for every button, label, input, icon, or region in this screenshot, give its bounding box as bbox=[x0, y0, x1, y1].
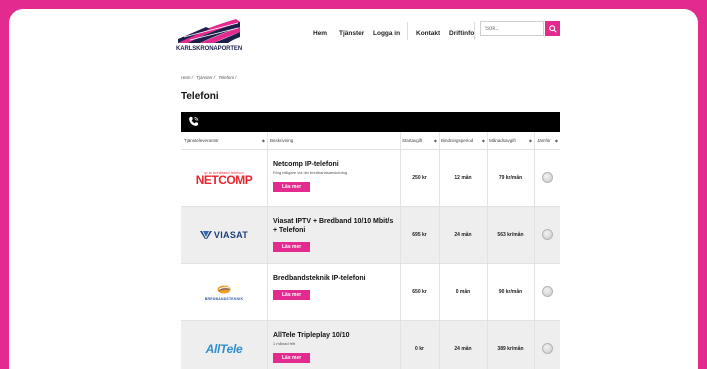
binding-period: 24 mån bbox=[454, 346, 472, 352]
compare-radio[interactable] bbox=[542, 229, 553, 240]
table-row: BREDBANDSTEKNIK Bredbandsteknik IP-telef… bbox=[181, 264, 560, 321]
product-title: Bredbandsteknik IP-telefoni bbox=[273, 275, 366, 282]
breadcrumb-hem[interactable]: Hem / bbox=[181, 75, 193, 80]
column-header-provider[interactable]: Tjänsteleverantör ◆ bbox=[184, 132, 267, 149]
provider-logo-alltele[interactable]: AllTele bbox=[181, 321, 267, 369]
product-description: AllTele Tripleplay 10/10 1 månad fritt L… bbox=[273, 331, 397, 364]
nav-divider bbox=[474, 22, 475, 40]
column-header-description[interactable]: Beskrivning bbox=[270, 132, 400, 149]
comparison-table: Tjänsteleverantör ◆ Beskrivning Startavgi… bbox=[181, 112, 560, 369]
read-more-button[interactable]: Läs mer bbox=[273, 242, 311, 252]
product-description: Viasat IPTV + Bredband 10/10 Mbit/s + Te… bbox=[273, 217, 397, 253]
viasat-logo-icon bbox=[199, 231, 212, 239]
monthly-fee: 563 kr/mån bbox=[497, 232, 524, 238]
product-title: AllTele Tripleplay 10/10 bbox=[273, 332, 350, 339]
compare-radio[interactable] bbox=[542, 286, 553, 297]
column-label: Jämför bbox=[537, 138, 551, 143]
product-subtitle: Ring billigare via din bredbandsanslutni… bbox=[273, 170, 348, 175]
compare-radio[interactable] bbox=[542, 172, 553, 183]
column-header-start-fee[interactable]: Startavgift ◆ bbox=[402, 132, 439, 149]
nav-driftinfo[interactable]: Driftinfo bbox=[449, 30, 474, 37]
provider-logo-bredbandsteknik[interactable]: BREDBANDSTEKNIK bbox=[181, 264, 267, 320]
cell-divider bbox=[534, 150, 535, 206]
column-divider bbox=[439, 132, 440, 149]
sort-icon: ◆ bbox=[481, 138, 485, 143]
site-logo[interactable]: KARLSKRONAPORTEN bbox=[176, 17, 251, 57]
monthly-fee: 389 kr/mån bbox=[497, 346, 524, 352]
compare-radio[interactable] bbox=[542, 343, 553, 354]
search-input[interactable] bbox=[480, 21, 544, 36]
search-button[interactable] bbox=[545, 21, 560, 36]
product-description: Netcomp IP-telefoni Ring billigare via d… bbox=[273, 160, 397, 193]
table-row: AllTele AllTele Tripleplay 10/10 1 månad… bbox=[181, 321, 560, 369]
table-banner bbox=[181, 112, 560, 132]
read-more-button[interactable]: Läs mer bbox=[273, 353, 311, 363]
cell-divider bbox=[534, 264, 535, 320]
column-label: Beskrivning bbox=[270, 138, 294, 143]
column-header-binding[interactable]: Bindningsperiod ◆ bbox=[441, 132, 487, 149]
cell-divider bbox=[267, 321, 268, 369]
column-header-monthly[interactable]: Månadsavgift ◆ bbox=[489, 132, 534, 149]
product-description: Bredbandsteknik IP-telefoni Läs mer bbox=[273, 274, 397, 301]
cell-divider bbox=[267, 207, 268, 263]
product-subtitle: 1 månad fritt bbox=[273, 341, 296, 346]
sort-icon: ◆ bbox=[554, 138, 558, 143]
binding-period: 24 mån bbox=[454, 232, 472, 238]
column-label: Bindningsperiod bbox=[441, 138, 474, 143]
product-title: Netcomp IP-telefoni bbox=[273, 161, 339, 168]
phone-icon bbox=[189, 116, 199, 126]
provider-name: AllTele bbox=[205, 342, 243, 356]
read-more-button[interactable]: Läs mer bbox=[273, 290, 311, 300]
provider-name: VIASAT bbox=[213, 230, 249, 240]
start-fee: 0 kr bbox=[415, 346, 424, 352]
product-title: Viasat IPTV + Bredband 10/10 Mbit/s + Te… bbox=[273, 218, 394, 234]
monthly-fee: 90 kr/mån bbox=[498, 289, 523, 295]
provider-logo-viasat[interactable]: VIASAT bbox=[181, 207, 267, 263]
column-divider bbox=[267, 132, 268, 149]
page-frame: KARLSKRONAPORTEN Hem Tjänster Logga in K… bbox=[9, 9, 698, 369]
logo-text: KARLSKRONAPORTEN bbox=[176, 46, 243, 52]
nav-logga-in[interactable]: Logga in bbox=[373, 30, 400, 37]
binding-period: 12 mån bbox=[454, 175, 472, 181]
table-row: ip-tv bredband telefoni NETCOMP Netcomp … bbox=[181, 150, 560, 207]
provider-name: NETCOMP bbox=[195, 172, 253, 187]
start-fee: 695 kr bbox=[412, 232, 427, 238]
nav-hem[interactable]: Hem bbox=[313, 30, 327, 37]
table-header: Tjänsteleverantör ◆ Beskrivning Startavgi… bbox=[181, 132, 560, 150]
bredbandsteknik-logo-icon bbox=[217, 285, 231, 294]
column-label: Tjänsteleverantör bbox=[184, 138, 219, 143]
table-row: VIASAT Viasat IPTV + Bredband 10/10 Mbit… bbox=[181, 207, 560, 264]
nav-kontakt[interactable]: Kontakt bbox=[416, 30, 440, 37]
content-container: KARLSKRONAPORTEN Hem Tjänster Logga in K… bbox=[167, 9, 564, 369]
monthly-fee: 79 kr/mån bbox=[498, 175, 523, 181]
breadcrumb-telefoni[interactable]: Telefoni / bbox=[218, 75, 236, 80]
provider-name: BREDBANDSTEKNIK bbox=[204, 297, 244, 302]
sort-icon: ◆ bbox=[528, 138, 532, 143]
sort-icon: ◆ bbox=[433, 138, 437, 143]
provider-logo-netcomp[interactable]: ip-tv bredband telefoni NETCOMP bbox=[181, 150, 267, 206]
column-header-compare[interactable]: Jämför ◆ bbox=[537, 132, 560, 149]
breadcrumb: Hem / Tjänster / Telefoni / bbox=[181, 75, 238, 80]
column-label: Månadsavgift bbox=[489, 138, 516, 143]
cell-divider bbox=[267, 150, 268, 206]
column-divider bbox=[400, 132, 401, 149]
nav-tjanster[interactable]: Tjänster bbox=[339, 30, 364, 37]
cell-divider bbox=[534, 207, 535, 263]
logo-mark-icon bbox=[178, 19, 240, 43]
column-divider bbox=[534, 132, 535, 149]
column-divider bbox=[487, 132, 488, 149]
read-more-button[interactable]: Läs mer bbox=[273, 182, 311, 192]
sort-icon: ◆ bbox=[261, 138, 265, 143]
cell-divider bbox=[267, 264, 268, 320]
column-label: Startavgift bbox=[402, 138, 423, 143]
nav-divider bbox=[407, 22, 408, 40]
start-fee: 650 kr bbox=[412, 289, 427, 295]
binding-period: 0 mån bbox=[455, 289, 471, 295]
cell-divider bbox=[534, 321, 535, 369]
start-fee: 250 kr bbox=[412, 175, 427, 181]
page-title: Telefoni bbox=[181, 91, 219, 102]
search-icon bbox=[548, 24, 557, 33]
breadcrumb-tjanster[interactable]: Tjänster / bbox=[196, 75, 215, 80]
